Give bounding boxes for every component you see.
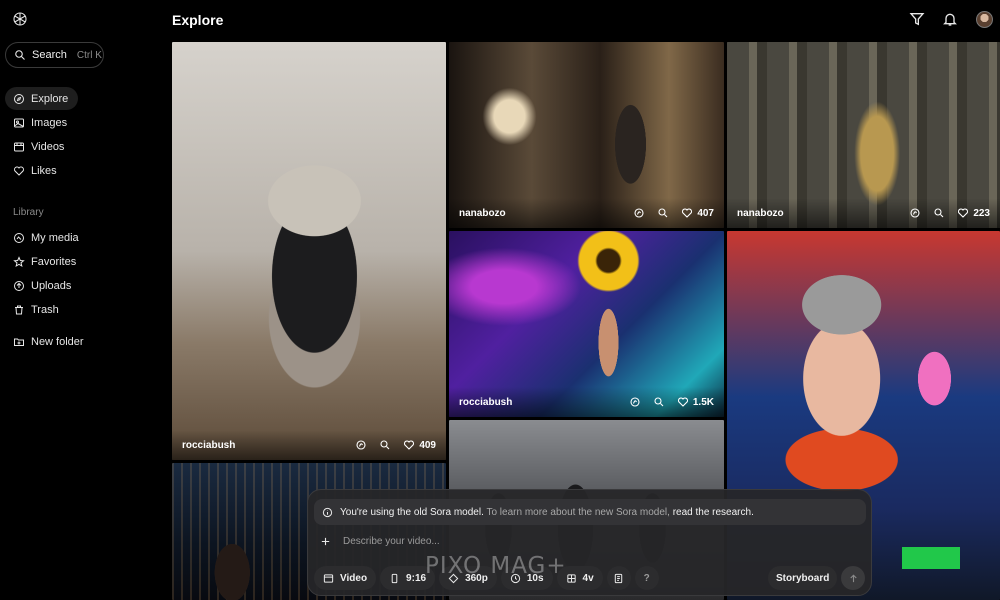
- trash-icon: [15, 305, 23, 314]
- sidebar-item-label: Explore: [31, 92, 69, 105]
- like-count: 407: [697, 207, 714, 219]
- sidebar-item-favorites[interactable]: Favorites: [5, 250, 155, 273]
- sidebar-item-trash[interactable]: Trash: [5, 298, 155, 321]
- sidebar-item-likes[interactable]: Likes: [5, 159, 155, 182]
- sidebar-item-uploads[interactable]: Uploads: [5, 274, 155, 297]
- feed-card-2[interactable]: nanabozo 223: [727, 42, 1000, 228]
- search-icon[interactable]: [657, 207, 669, 219]
- variations-label: 4v: [582, 572, 594, 584]
- username[interactable]: nanabozo: [459, 208, 633, 219]
- video-icon: [323, 573, 334, 583]
- watermark: PIXO MAG+: [425, 553, 567, 579]
- sidebar-item-images[interactable]: Images: [5, 111, 155, 134]
- card-meta: nanabozo 223: [727, 198, 1000, 228]
- sidebar-item-explore[interactable]: Explore: [5, 87, 78, 110]
- like-button[interactable]: 223: [957, 207, 990, 219]
- feed-card-1[interactable]: nanabozo 407: [449, 42, 724, 228]
- like-count: 1.5K: [692, 396, 714, 408]
- sidebar-item-label: Favorites: [31, 255, 77, 268]
- prompt-composer: You're using the old Sora model. To lear…: [307, 489, 872, 596]
- presets-button[interactable]: [606, 566, 631, 590]
- phone-icon: [391, 573, 398, 583]
- help-label: ?: [643, 572, 650, 584]
- sidebar-item-videos[interactable]: Videos: [5, 135, 155, 158]
- filter-icon[interactable]: [909, 11, 925, 27]
- search-label: Search: [32, 49, 67, 61]
- folder-nav: New folder: [5, 330, 155, 354]
- sidebar-item-label: My media: [31, 231, 79, 244]
- model-notice: You're using the old Sora model. To lear…: [314, 499, 866, 525]
- grid-icon: [566, 573, 576, 583]
- heart-icon: [682, 208, 693, 218]
- video-icon: [14, 142, 24, 151]
- notice-bold: You're using the old Sora model.: [340, 506, 484, 518]
- sidebar: Search Ctrl K Explore Images Videos Like…: [0, 0, 166, 600]
- heart-icon: [14, 166, 24, 176]
- type-label: Video: [340, 572, 368, 584]
- username[interactable]: nanabozo: [737, 208, 909, 219]
- search-button[interactable]: Search Ctrl K: [5, 42, 104, 68]
- library-nav: My media Favorites Uploads Trash: [5, 226, 155, 322]
- help-button[interactable]: ?: [634, 566, 659, 590]
- remix-icon[interactable]: [355, 439, 367, 451]
- like-button[interactable]: 1.5K: [677, 396, 714, 408]
- video-thumbnail: [172, 42, 446, 460]
- sidebar-item-label: Trash: [31, 303, 59, 316]
- username[interactable]: rocciabush: [182, 440, 355, 451]
- document-icon: [614, 573, 623, 583]
- search-icon[interactable]: [933, 207, 945, 219]
- username[interactable]: rocciabush: [459, 397, 629, 408]
- search-icon[interactable]: [379, 439, 391, 451]
- sidebar-item-label: Uploads: [31, 279, 72, 292]
- prompt-input[interactable]: [343, 536, 763, 547]
- folder-plus-icon: [14, 338, 24, 346]
- upload-icon: [14, 280, 24, 291]
- page-title: Explore: [172, 12, 224, 28]
- search-shortcut: Ctrl K: [76, 49, 102, 61]
- heart-icon: [404, 440, 415, 450]
- feed-card-3[interactable]: rocciabush 1.5K: [449, 231, 724, 417]
- heart-icon: [677, 397, 688, 407]
- remix-icon[interactable]: [629, 396, 641, 408]
- arrow-up-icon: [849, 574, 857, 582]
- info-icon: [322, 507, 333, 517]
- logo-icon[interactable]: [12, 11, 28, 27]
- sidebar-item-label: Likes: [31, 164, 57, 177]
- feed-card-0[interactable]: rocciabush 409: [172, 42, 446, 460]
- like-count: 409: [419, 439, 436, 451]
- remix-icon[interactable]: [909, 207, 921, 219]
- new-folder-label: New folder: [31, 335, 84, 348]
- card-meta: rocciabush 409: [172, 430, 446, 460]
- star-icon: [13, 255, 25, 267]
- read-research-link[interactable]: read the research.: [673, 507, 754, 518]
- main-nav: Explore Images Videos Likes: [5, 87, 155, 183]
- add-media-icon[interactable]: [320, 536, 331, 547]
- like-count: 223: [973, 207, 990, 219]
- card-meta: nanabozo 407: [449, 198, 724, 228]
- like-button[interactable]: 407: [681, 207, 714, 219]
- notice-text: To learn more about the new Sora model,: [486, 506, 670, 518]
- remix-icon[interactable]: [633, 207, 645, 219]
- compass-icon: [14, 93, 24, 104]
- sidebar-item-label: Images: [31, 116, 68, 129]
- search-icon: [15, 50, 25, 60]
- prompt-row: [320, 536, 763, 547]
- search-icon[interactable]: [653, 396, 665, 408]
- aspect-label: 9:16: [406, 572, 427, 584]
- heart-icon: [958, 208, 969, 218]
- new-folder-button[interactable]: New folder: [5, 330, 155, 353]
- bell-icon[interactable]: [942, 11, 958, 27]
- storyboard-button[interactable]: Storyboard: [768, 566, 838, 590]
- submit-button[interactable]: [841, 566, 865, 590]
- media-icon: [14, 232, 24, 243]
- card-meta: rocciabush 1.5K: [449, 387, 724, 417]
- sidebar-item-label: Videos: [31, 140, 65, 153]
- green-patch: [902, 547, 960, 569]
- type-selector[interactable]: Video: [314, 566, 377, 590]
- library-heading: Library: [13, 207, 44, 218]
- sidebar-item-my-media[interactable]: My media: [5, 226, 155, 249]
- avatar[interactable]: [976, 11, 993, 28]
- image-icon: [14, 118, 24, 127]
- like-button[interactable]: 409: [403, 439, 436, 451]
